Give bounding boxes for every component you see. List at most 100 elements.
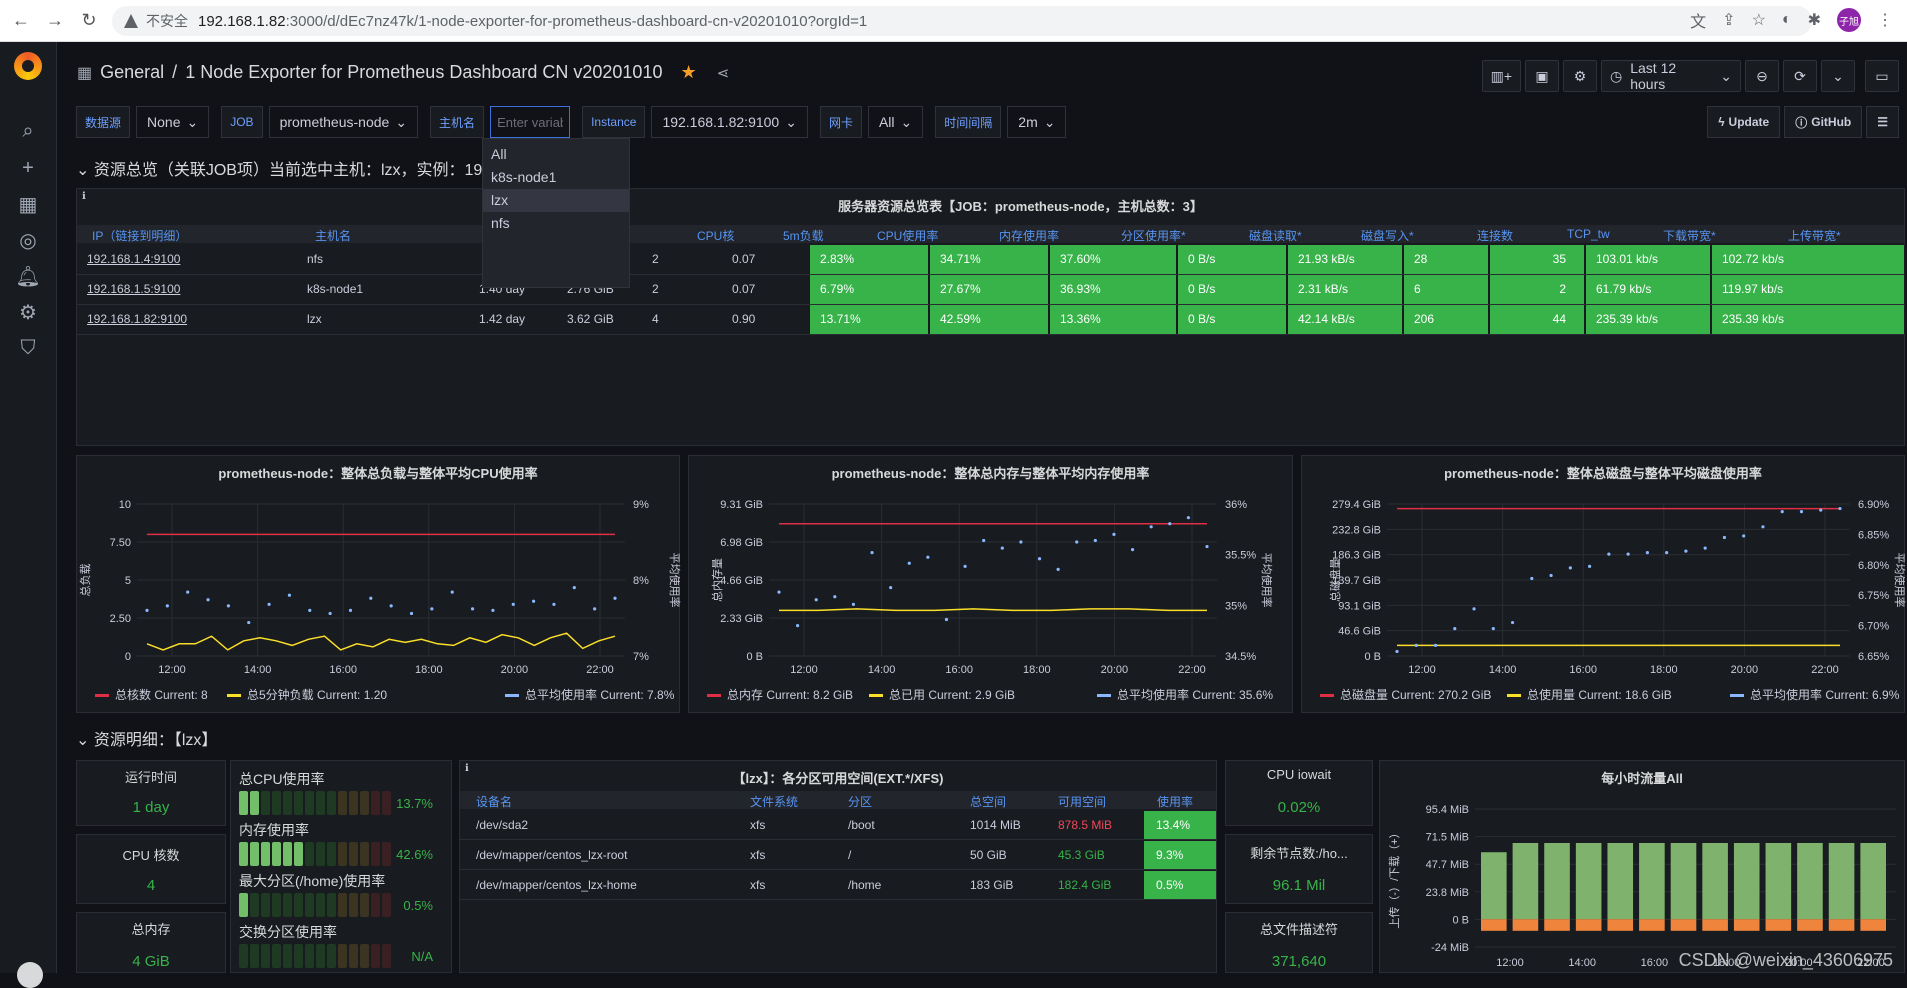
share-icon[interactable]: ⋖ (717, 64, 730, 82)
table-cell: xfs (750, 871, 765, 900)
dashboard-settings-button[interactable]: ⚙ (1563, 60, 1597, 92)
insecure-label: 不安全 (146, 11, 188, 31)
y-right-tick: 35% (1225, 600, 1247, 612)
avg-cpu-point (206, 598, 209, 601)
column-header[interactable]: 磁盘读取* (1249, 227, 1302, 244)
avg-memory-point (1001, 546, 1004, 549)
column-header[interactable]: 磁盘写入* (1361, 227, 1414, 244)
zoom-out-button[interactable]: ⊖ (1745, 60, 1779, 92)
refresh-button[interactable]: ⟳ (1783, 60, 1817, 92)
hostname-dropdown: All k8s-node1 lzx nfs (482, 138, 630, 288)
translate-icon[interactable]: 文 (1690, 8, 1706, 32)
legend-item[interactable]: 总平均使用率 Current: 6.9% (1750, 687, 1900, 702)
legend-item[interactable]: 总磁盘量 Current: 270.2 GiB (1340, 687, 1491, 702)
column-header[interactable]: 总空间 (970, 793, 1006, 810)
dropdown-option[interactable]: k8s-node1 (483, 166, 629, 189)
column-header[interactable]: CPU使用率 (877, 227, 938, 244)
gauge-segment (239, 791, 248, 815)
var-select-instance[interactable]: 192.168.1.82:9100⌄ (651, 106, 808, 138)
stat-title: CPU 核数 (77, 845, 225, 864)
var-select-nic[interactable]: All⌄ (868, 106, 923, 138)
gauge-value: N/A (411, 949, 433, 964)
menu-icon[interactable]: ⋮ (1877, 10, 1893, 30)
gear-icon[interactable]: ⚙ (17, 301, 39, 323)
chevron-down-icon: ⌄ (76, 162, 89, 179)
instance-link[interactable]: 192.168.1.4:9100 (77, 245, 297, 274)
uptime-stat-panel: 运行时间 1 day (76, 760, 226, 826)
row-header-detail[interactable]: ⌄ 资源明细：【lzx】 (76, 726, 217, 750)
column-header[interactable]: 可用空间 (1058, 793, 1106, 810)
shield-icon[interactable]: ⛉ (17, 337, 39, 359)
alerting-bell-icon[interactable]: 🔔︎ (17, 265, 39, 287)
column-header[interactable]: 分区 (848, 793, 872, 810)
gauge-segment (349, 842, 358, 866)
column-header[interactable]: 上传带宽* (1788, 227, 1841, 244)
bookmark-star-icon[interactable]: ☆ (1752, 10, 1766, 30)
var-select-job[interactable]: prometheus-node⌄ (269, 106, 418, 138)
hostname-input[interactable] (490, 106, 570, 138)
puzzle-icon[interactable]: ✱ (1808, 10, 1821, 30)
x-tick: 18:00 (1023, 664, 1051, 676)
column-header[interactable]: CPU核 (697, 227, 734, 244)
explore-compass-icon[interactable]: ◎ (17, 229, 39, 251)
legend-item[interactable]: 总平均使用率 Current: 35.6% (1117, 687, 1273, 702)
column-header[interactable]: 主机名 (315, 227, 351, 244)
dashboards-icon[interactable]: ▦ (17, 193, 39, 215)
row-header-overview[interactable]: ⌄ 资源总览（关联JOB项）当前选中主机：lzx，实例：19 (76, 156, 482, 180)
add-panel-button[interactable]: ▥+ (1482, 60, 1521, 92)
instance-link[interactable]: 192.168.1.82:9100 (77, 305, 297, 334)
legend-item[interactable]: 总核数 Current: 8 (115, 687, 208, 702)
column-header[interactable]: 5m负载 (783, 227, 824, 244)
column-header[interactable]: 使用率 (1157, 793, 1193, 810)
plus-icon[interactable]: + (17, 157, 39, 179)
forward-icon[interactable]: → (42, 8, 68, 34)
dropdown-option[interactable]: All (483, 143, 629, 166)
legend-item[interactable]: 总5分钟负载 Current: 1.20 (247, 687, 387, 702)
time-picker-button[interactable]: ◷ Last 12 hours ⌄ (1601, 60, 1741, 92)
y-left-tick: 7.50 (110, 537, 131, 549)
table-cell: 35 (1490, 245, 1586, 274)
back-icon[interactable]: ← (8, 8, 34, 34)
table-row: 192.168.1.82:9100lzx1.42 day3.62 GiB40.9… (77, 305, 1904, 335)
legend-item[interactable]: 总已用 Current: 2.9 GiB (889, 688, 1015, 702)
refresh-interval-button[interactable]: ⌄ (1821, 60, 1855, 92)
column-header[interactable]: 内存使用率 (999, 227, 1059, 244)
legend-item[interactable]: 总使用量 Current: 18.6 GiB (1527, 687, 1672, 702)
column-header[interactable]: 下载带宽* (1663, 227, 1716, 244)
github-button[interactable]: ⓘGitHub (1784, 106, 1862, 138)
legend-item[interactable]: 总内存 Current: 8.2 GiB (727, 688, 853, 702)
column-header[interactable]: IP（链接到明细） (92, 227, 187, 244)
update-button[interactable]: ϟUpdate (1707, 106, 1780, 138)
column-header[interactable]: 文件系统 (750, 793, 798, 810)
grafana-logo-icon[interactable] (14, 52, 42, 80)
profile-avatar[interactable]: 子旭 (1837, 8, 1861, 32)
search-icon[interactable]: ⌕ (17, 120, 39, 142)
var-select-datasource[interactable]: None⌄ (136, 106, 209, 138)
column-header[interactable]: 分区使用率* (1121, 227, 1186, 244)
gauge-segment (338, 944, 347, 968)
user-avatar[interactable] (17, 962, 43, 988)
dropdown-option[interactable]: nfs (483, 212, 629, 235)
dashboard-title[interactable]: 1 Node Exporter for Prometheus Dashboard… (185, 62, 662, 83)
folder-link[interactable]: General (100, 62, 164, 83)
warning-icon (124, 14, 138, 28)
tv-mode-button[interactable]: ▭ (1865, 60, 1899, 92)
dropdown-option[interactable]: lzx (483, 189, 629, 212)
reload-icon[interactable]: ↻ (76, 8, 102, 34)
column-header[interactable]: TCP_tw (1567, 227, 1610, 241)
var-value-text: 192.168.1.82:9100 (662, 114, 779, 130)
column-header[interactable]: 设备名 (476, 793, 512, 810)
var-select-interval[interactable]: 2m⌄ (1007, 106, 1066, 138)
address-bar[interactable]: 不安全 192.168.1.82:3000/d/dEc7nz47k/1-node… (112, 6, 1812, 36)
extension-icon[interactable]: ◐ (1782, 11, 1792, 29)
hamburger-menu-button[interactable]: ☰ (1866, 106, 1899, 138)
save-dashboard-button[interactable]: ▣ (1525, 60, 1559, 92)
share-icon[interactable]: ⇪ (1722, 10, 1735, 30)
table-cell: / (848, 841, 851, 870)
avg-cpu-point (491, 609, 494, 612)
instance-link[interactable]: 192.168.1.5:9100 (77, 275, 297, 304)
legend-item[interactable]: 总平均使用率 Current: 7.8% (525, 687, 675, 702)
download-bar (1702, 843, 1728, 919)
favorite-star-icon[interactable]: ★ (680, 62, 696, 83)
column-header[interactable]: 连接数 (1477, 227, 1513, 244)
